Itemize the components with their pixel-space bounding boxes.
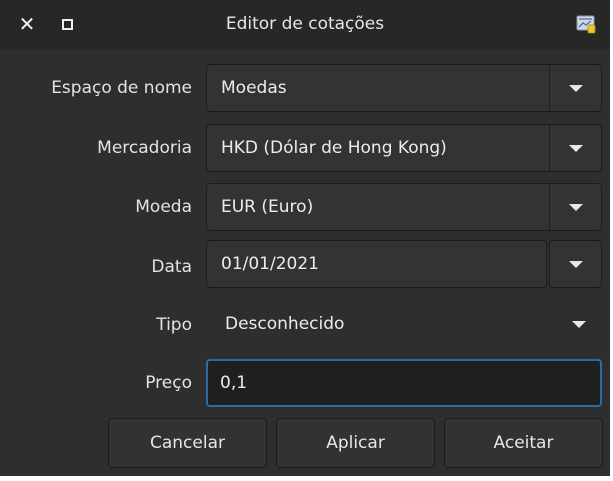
price-label: Preço [145,373,192,393]
chevron-down-icon [568,260,583,268]
chevron-down-icon [568,84,583,92]
chevron-down-icon [568,203,583,211]
date-label: Data [151,257,192,277]
currency-dropdown-button[interactable] [550,184,601,230]
date-dropdown [550,241,601,287]
chevron-down-icon [568,144,583,152]
type-value: Desconhecido [225,314,345,334]
currency-combo[interactable]: EUR (Euro) [206,183,602,231]
price-value: 0,1 [220,373,248,393]
type-dropdown-button[interactable] [553,301,601,347]
namespace-label: Espaço de nome [51,78,192,98]
type-label: Tipo [156,315,192,335]
app-icon [576,15,596,34]
date-calendar-button[interactable] [549,240,602,288]
commodity-value: HKD (Dólar de Hong Kong) [221,138,447,158]
apply-button[interactable]: Aplicar [276,418,435,468]
currency-label: Moeda [135,197,192,217]
type-combo[interactable]: Desconhecido [206,300,602,348]
window-title: Editor de cotações [225,14,385,34]
title-bar: ✕ Editor de cotações [0,0,610,50]
accept-button[interactable]: Aceitar [444,418,603,468]
commodity-combo[interactable]: HKD (Dólar de Hong Kong) [206,124,602,172]
date-input[interactable]: 01/01/2021 [206,240,547,288]
date-value: 01/01/2021 [221,254,319,274]
price-editor-dialog: ✕ Editor de cotações Espaço de nome Moed… [0,0,610,476]
namespace-combo[interactable]: Moedas [206,64,602,112]
price-input[interactable]: 0,1 [206,359,602,407]
cancel-button[interactable]: Cancelar [108,418,267,468]
commodity-dropdown-button[interactable] [550,125,601,171]
commodity-label: Mercadoria [97,138,192,158]
namespace-value: Moedas [221,78,287,98]
namespace-dropdown-button[interactable] [550,65,601,111]
chevron-down-icon [571,320,586,328]
currency-value: EUR (Euro) [221,197,314,217]
